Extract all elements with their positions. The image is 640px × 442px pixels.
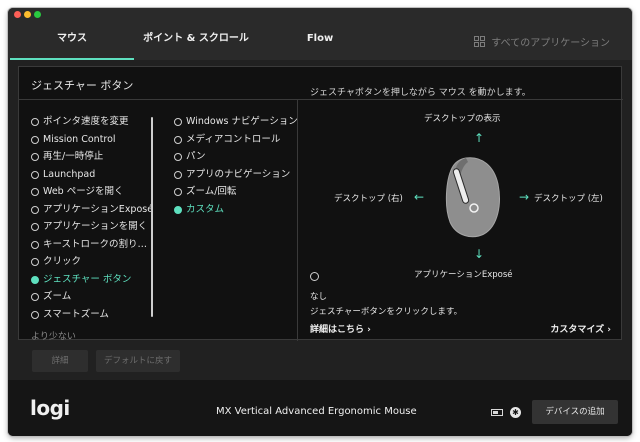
option-media-control[interactable]: メディアコントロール <box>174 133 280 147</box>
radio-button[interactable] <box>174 188 182 196</box>
option-label: Web ページを開く <box>43 186 124 197</box>
chevron-right-icon: › <box>367 325 371 335</box>
gesture-diagram: デスクトップの表示 ↑ デスクトップ (右) ← → デスクトップ (左) ↓ … <box>298 100 623 341</box>
grid-icon <box>474 35 486 47</box>
radio-button[interactable] <box>31 205 39 214</box>
restore-defaults-button[interactable]: デフォルトに戻す <box>96 350 180 372</box>
option-label: メディアコントロール <box>186 133 281 145</box>
option-label: アプリケーションExposé <box>43 203 154 215</box>
radio-button[interactable] <box>31 293 39 301</box>
option-open-application[interactable]: アプリケーションを開く <box>31 220 147 234</box>
gesture-panel: ジェスチャー ボタン ジェスチャボタンを押しながら マウス を動かします。 ポイ… <box>18 66 623 342</box>
minimize-window-button[interactable] <box>24 11 31 18</box>
option-label: Launchpad <box>43 168 96 180</box>
option-label: ジェスチャー ボタン <box>43 273 132 285</box>
arrow-up-icon: ↑ <box>474 131 485 145</box>
option-label: ポインタ速度を変更 <box>43 116 129 127</box>
logi-logo: logi <box>30 396 70 420</box>
gesture-up-label[interactable]: デスクトップの表示 <box>424 112 501 124</box>
option-zoom[interactable]: ズーム <box>31 290 71 304</box>
close-window-button[interactable] <box>14 11 21 18</box>
option-label: キーストロークの割り… <box>43 238 148 250</box>
none-description: ジェスチャーボタンをクリックします。 <box>310 307 463 317</box>
radio-button[interactable] <box>31 153 39 161</box>
radio-button[interactable] <box>31 135 39 144</box>
option-app-expose[interactable]: アプリケーションExposé <box>31 203 153 217</box>
arrow-left-icon: ← <box>414 190 425 204</box>
option-gesture-button[interactable]: ジェスチャー ボタン <box>31 273 131 287</box>
gesture-left-label[interactable]: デスクトップ (右) <box>334 192 403 204</box>
radio-button[interactable] <box>31 170 39 179</box>
option-label: カスタム <box>186 203 225 215</box>
add-device-button[interactable]: デバイスの追加 <box>532 400 618 424</box>
option-play-pause[interactable]: 再生/一時停止 <box>31 150 103 164</box>
option-open-web-page[interactable]: Web ページを開く <box>31 185 124 199</box>
tab-point-scroll[interactable]: ポイント & スクロール <box>134 22 258 60</box>
panel-title: ジェスチャー ボタン <box>31 79 134 92</box>
mouse-icon <box>445 157 500 238</box>
radio-button[interactable] <box>31 223 39 231</box>
radio-button[interactable] <box>31 240 39 249</box>
option-custom[interactable]: カスタム <box>174 203 224 217</box>
gesture-down-label[interactable]: アプリケーションExposé <box>414 268 513 280</box>
title-bar <box>8 8 632 22</box>
radio-button-selected[interactable] <box>174 205 182 214</box>
none-radio-button[interactable] <box>310 272 319 281</box>
option-windows-navigation[interactable]: Windows ナビゲーション <box>174 115 298 129</box>
option-app-navigation[interactable]: アプリのナビゲーション <box>174 168 290 182</box>
radio-button[interactable] <box>174 153 182 161</box>
option-label: スマートズーム <box>43 308 109 320</box>
all-applications-button[interactable]: すべてのアプリケーション <box>474 34 610 49</box>
option-label: Windows ナビゲーション <box>186 116 298 127</box>
tab-mouse[interactable]: マウス <box>10 22 134 60</box>
option-label: ズーム <box>43 291 72 302</box>
none-option-label: なし <box>310 292 328 302</box>
battery-icon <box>491 409 503 416</box>
list-scrollbar[interactable] <box>151 117 153 317</box>
tab-flow[interactable]: Flow <box>258 22 382 60</box>
option-keystroke[interactable]: キーストロークの割り… <box>31 238 147 252</box>
option-label: アプリケーションを開く <box>43 221 148 232</box>
radio-button[interactable] <box>174 118 182 126</box>
radio-button[interactable] <box>31 310 39 319</box>
radio-button[interactable] <box>31 188 39 196</box>
panel-hint: ジェスチャボタンを押しながら マウス を動かします。 <box>310 88 531 98</box>
radio-button[interactable] <box>174 135 182 144</box>
option-label: クリック <box>43 256 82 267</box>
arrow-right-icon: → <box>519 190 530 204</box>
customize-link[interactable]: カスタマイズ › <box>550 322 611 335</box>
radio-button-selected[interactable] <box>31 275 39 284</box>
tab-bar: マウス ポイント & スクロール Flow すべてのアプリケーション <box>8 22 632 60</box>
customize-label: カスタマイズ <box>550 325 605 335</box>
arrow-down-icon: ↓ <box>474 247 485 261</box>
app-window: マウス ポイント & スクロール Flow すべてのアプリケーション ジェスチャ… <box>8 8 632 436</box>
option-zoom-rotate[interactable]: ズーム/回転 <box>174 185 236 199</box>
radio-button[interactable] <box>174 170 182 179</box>
footer-bar: logi MX Vertical Advanced Ergonomic Mous… <box>8 380 632 436</box>
radio-button[interactable] <box>31 118 39 126</box>
option-mission-control[interactable]: Mission Control <box>31 133 116 147</box>
option-pointer-speed[interactable]: ポインタ速度を変更 <box>31 115 129 129</box>
gesture-right-label[interactable]: デスクトップ (左) <box>534 192 603 204</box>
option-smart-zoom[interactable]: スマートズーム <box>31 308 109 322</box>
chevron-right-icon: › <box>607 325 611 335</box>
option-label: Mission Control <box>43 133 116 145</box>
option-click[interactable]: クリック <box>31 255 81 269</box>
zoom-window-button[interactable] <box>34 11 41 18</box>
option-label: アプリのナビゲーション <box>186 168 291 180</box>
device-name: MX Vertical Advanced Ergonomic Mouse <box>216 406 417 417</box>
radio-button[interactable] <box>31 258 39 266</box>
option-label: ズーム/回転 <box>186 186 237 197</box>
details-button[interactable]: 詳細 <box>32 350 88 372</box>
learn-more-link[interactable]: 詳細はこちら › <box>310 322 371 335</box>
option-launchpad[interactable]: Launchpad <box>31 168 95 182</box>
bluetooth-icon: ✱ <box>510 407 521 418</box>
all-applications-label: すべてのアプリケーション <box>491 37 610 49</box>
option-pan[interactable]: パン <box>174 150 205 164</box>
option-label: パン <box>186 151 206 162</box>
show-less-link[interactable]: より少ない <box>31 329 76 342</box>
learn-more-label: 詳細はこちら <box>310 325 365 335</box>
option-label: 再生/一時停止 <box>43 151 104 162</box>
